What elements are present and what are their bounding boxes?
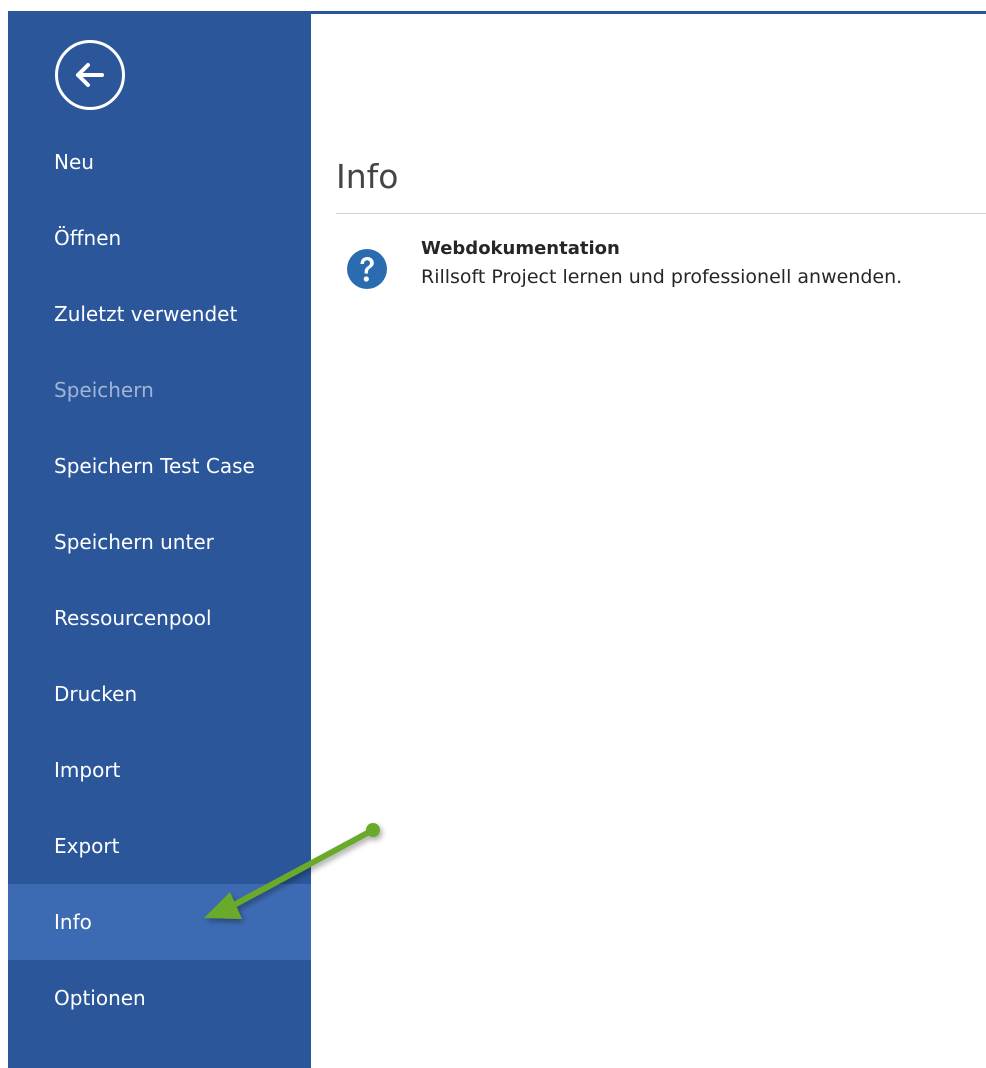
nav-item-neu[interactable]: Neu [8, 124, 311, 200]
backstage-view: Neu Öffnen Zuletzt verwendet Speichern S… [0, 0, 986, 1068]
backstage-sidebar: Neu Öffnen Zuletzt verwendet Speichern S… [8, 14, 311, 1068]
arrow-left-circle-icon [76, 63, 104, 87]
entry-heading: Webdokumentation [421, 238, 620, 259]
nav-item-drucken[interactable]: Drucken [8, 656, 311, 732]
backstage-nav: Neu Öffnen Zuletzt verwendet Speichern S… [8, 124, 311, 1036]
nav-item-speichern: Speichern [54, 378, 154, 402]
nav-item-oeffnen[interactable]: Öffnen [8, 200, 311, 276]
nav-item-optionen[interactable]: Optionen [8, 960, 311, 1036]
nav-item-export[interactable]: Export [8, 808, 311, 884]
help-icon [347, 249, 387, 289]
info-panel: Info Webdokumentation Rillsoft Project l… [311, 14, 986, 1068]
nav-item-zuletzt-verwendet[interactable]: Zuletzt verwendet [8, 276, 311, 352]
window-left-border [0, 0, 8, 1068]
nav-item-speichern-test-case[interactable]: Speichern Test Case [8, 428, 311, 504]
back-button[interactable] [55, 40, 125, 110]
nav-item-ressourcenpool[interactable]: Ressourcenpool [8, 580, 311, 656]
window-top-border [0, 0, 986, 14]
web-documentation-link[interactable]: Webdokumentation Rillsoft Project lernen… [346, 235, 986, 305]
title-divider [336, 213, 986, 214]
page-title: Info [336, 157, 399, 196]
entry-description: Rillsoft Project lernen und professionel… [421, 266, 903, 288]
nav-item-import[interactable]: Import [8, 732, 311, 808]
nav-item-speichern-unter[interactable]: Speichern unter [8, 504, 311, 580]
nav-item-info[interactable]: Info [8, 884, 311, 960]
